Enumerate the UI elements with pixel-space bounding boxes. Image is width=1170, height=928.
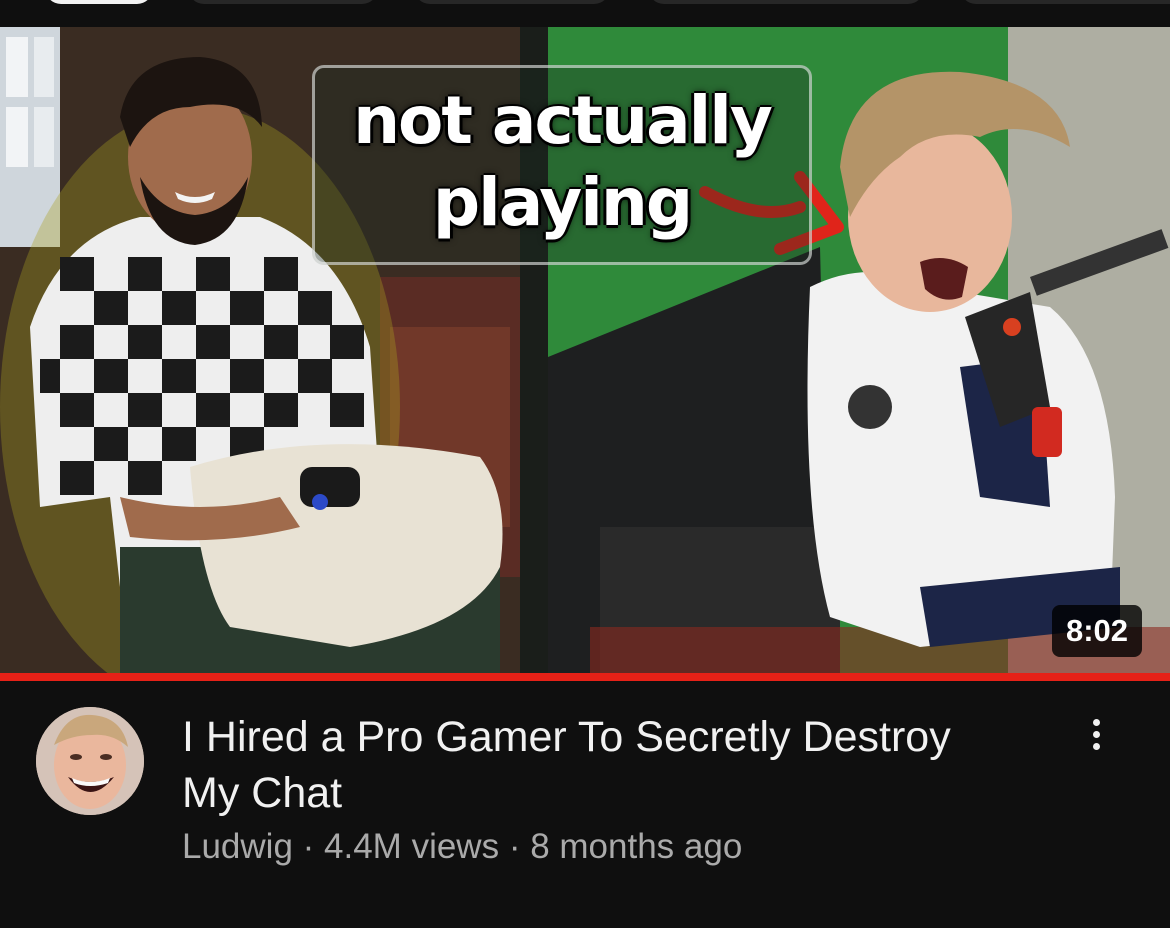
channel-avatar[interactable]: [36, 707, 144, 815]
duration-badge: 8:02: [1051, 605, 1142, 657]
avatar-image: [36, 707, 144, 815]
filter-chip[interactable]: [648, 0, 924, 4]
upload-age: 8 months ago: [530, 827, 743, 866]
filter-chip[interactable]: [414, 0, 610, 4]
video-metadata: Ludwig · 4.4M views · 8 months ago: [182, 827, 742, 867]
watch-progress-bar: [0, 673, 1170, 681]
channel-name[interactable]: Ludwig: [182, 827, 293, 866]
thumbnail-caption-line2: playing: [432, 164, 693, 241]
watch-progress-fill: [0, 673, 1170, 681]
metadata-separator: ·: [292, 827, 325, 866]
video-title[interactable]: I Hired a Pro Gamer To Secretly Destroy …: [182, 709, 1002, 821]
video-details: I Hired a Pro Gamer To Secretly Destroy …: [0, 681, 1170, 928]
filter-chip[interactable]: [960, 0, 1170, 4]
view-count: 4.4M views: [324, 827, 500, 866]
thumbnail-caption-box: not actually playing: [312, 65, 812, 265]
filter-chip[interactable]: [188, 0, 378, 4]
metadata-separator: ·: [499, 827, 531, 866]
filter-chip[interactable]: [45, 0, 153, 4]
more-vert-icon[interactable]: [1076, 711, 1116, 759]
thumbnail-caption-line1: not actually: [353, 82, 773, 159]
filter-chip-bar: [0, 0, 1170, 27]
video-thumbnail[interactable]: not actually playing 8:02: [0, 27, 1170, 673]
